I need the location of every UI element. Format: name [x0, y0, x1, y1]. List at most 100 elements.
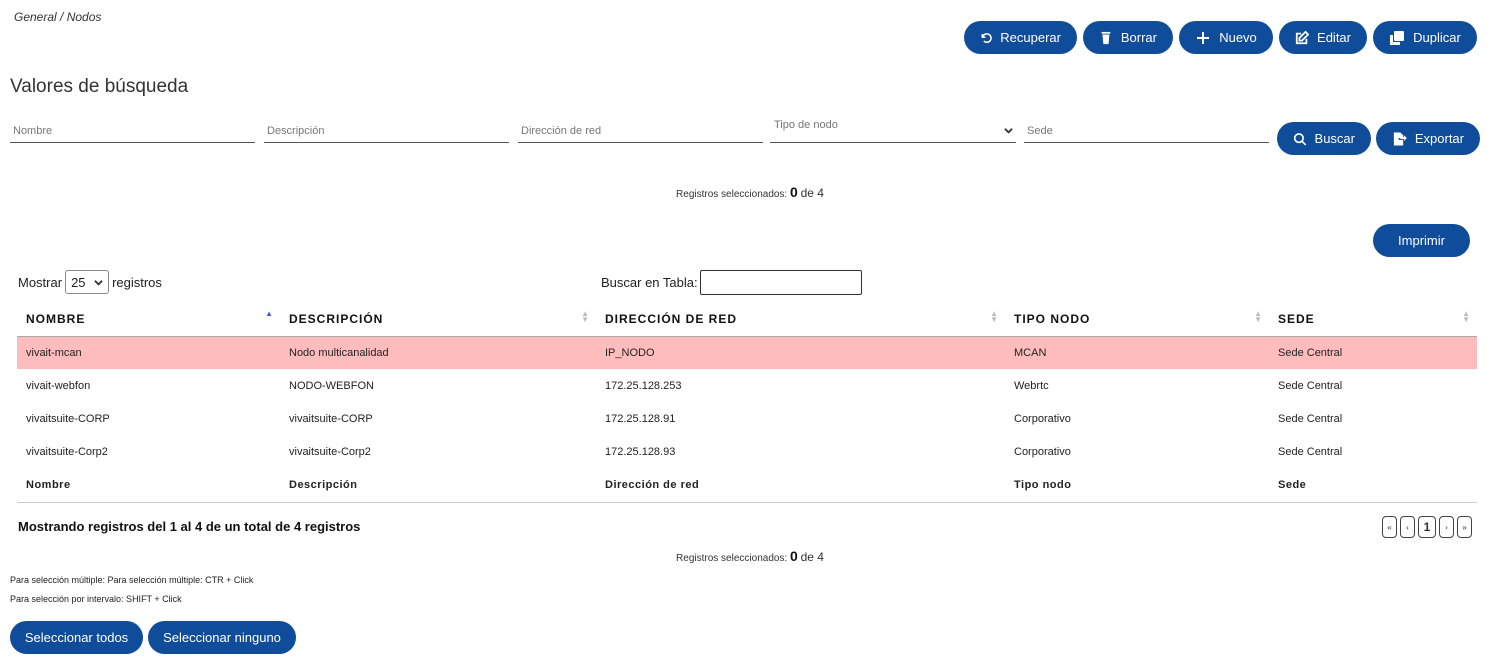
cell-descripcion: NODO-WEBFON — [289, 379, 374, 392]
chevron-down-icon — [94, 279, 103, 286]
footer-descripcion: Descripción — [280, 468, 596, 503]
descripcion-filter — [264, 115, 509, 143]
breadcrumb: General / Nodos — [14, 10, 102, 24]
cell-tipo: MCAN — [1005, 336, 1269, 369]
cell-tipo: Corporativo — [1014, 445, 1071, 458]
select-all-button[interactable]: Seleccionar todos — [10, 621, 143, 654]
footer-direccion: Dirección de red — [596, 468, 1005, 503]
selection-total: de 4 — [800, 186, 824, 200]
edit-icon — [1295, 30, 1310, 44]
footer-sede: Sede — [1269, 468, 1477, 503]
buscar-label: Buscar — [1314, 131, 1355, 146]
prev-page-button[interactable]: ‹ — [1400, 516, 1415, 538]
sort-icon: ▲ — [265, 309, 274, 318]
cell-direccion: IP_NODO — [596, 336, 1005, 369]
descripcion-input[interactable] — [264, 115, 509, 139]
table-search-label: Buscar en Tabla: — [601, 275, 698, 290]
search-icon — [1293, 132, 1307, 146]
table-info: Mostrando registros del 1 al 4 de un tot… — [18, 519, 361, 534]
cell-descripcion: Nodo multicanalidad — [280, 336, 596, 369]
sort-icon: ▲ ▼ — [1462, 309, 1471, 324]
column-header-direccion[interactable]: DIRECCIÓN DE RED ▲ ▼ — [596, 302, 1005, 337]
selection-label: Registros seleccionados: — [676, 553, 788, 564]
multi-select-hint: Para selección múltiple: Para selección … — [10, 575, 254, 585]
header-label: DIRECCIÓN DE RED — [605, 311, 738, 326]
editar-button[interactable]: Editar — [1279, 21, 1367, 54]
export-icon — [1393, 131, 1407, 146]
cell-direccion: 172.25.128.91 — [605, 412, 676, 425]
footer-nombre: Nombre — [17, 468, 280, 503]
cell-sede: Sede Central — [1269, 336, 1477, 369]
duplicar-label: Duplicar — [1413, 30, 1461, 45]
pagination: « ‹ 1 › » — [1382, 516, 1472, 538]
column-header-tipo[interactable]: TIPO NODO ▲ ▼ — [1005, 302, 1269, 337]
table-search-input[interactable] — [699, 270, 862, 295]
toolbar: Recuperar Borrar Nuevo Editar Duplicar — [964, 21, 1477, 54]
borrar-label: Borrar — [1120, 30, 1157, 45]
header-label: DESCRIPCIÓN — [289, 311, 384, 326]
table-header-row: NOMBRE ▲ DESCRIPCIÓN ▲ ▼ DIRECCIÓN DE RED ▲ ▼… — [17, 302, 1477, 337]
interval-select-hint: Para selección por intervalo: SHIFT + Cl… — [10, 594, 182, 604]
table-row[interactable]: vivaitsuite-Corp2 vivaitsuite-Corp2 172.… — [17, 435, 1477, 468]
recuperar-button[interactable]: Recuperar — [964, 21, 1077, 54]
borrar-button[interactable]: Borrar — [1083, 21, 1173, 54]
header-label: TIPO NODO — [1014, 311, 1091, 326]
imprimir-button[interactable]: Imprimir — [1373, 224, 1470, 257]
selection-count: 0 — [790, 548, 798, 564]
length-prefix: Mostrar — [18, 274, 63, 290]
tipo-nodo-placeholder: Tipo de nodo — [774, 119, 838, 131]
first-page-button[interactable]: « — [1382, 516, 1397, 538]
header-label: SEDE — [1278, 311, 1315, 326]
header-label: NOMBRE — [26, 311, 86, 326]
buscar-button[interactable]: Buscar — [1277, 122, 1371, 155]
sede-input[interactable] — [1024, 115, 1269, 139]
length-menu: Mostrar 25 registros — [18, 270, 162, 294]
duplicar-button[interactable]: Duplicar — [1373, 21, 1477, 54]
table-search: Buscar en Tabla: — [601, 270, 862, 295]
table-row[interactable]: vivait-mcan Nodo multicanalidad IP_NODO … — [17, 336, 1477, 369]
selection-count: 0 — [790, 184, 798, 200]
cell-descripcion: vivaitsuite-CORP — [289, 412, 373, 425]
recuperar-label: Recuperar — [1000, 30, 1061, 45]
cell-nombre: vivait-webfon — [26, 379, 91, 392]
nuevo-label: Nuevo — [1219, 30, 1257, 45]
selection-counter-top: Registros seleccionados: 0 de 4 — [0, 184, 1500, 200]
sort-icon: ▲ ▼ — [990, 309, 999, 324]
column-header-nombre[interactable]: NOMBRE ▲ — [17, 302, 280, 337]
sort-icon: ▲ ▼ — [581, 309, 590, 324]
cell-nombre: vivait-mcan — [17, 336, 280, 369]
table-footer-row: Nombre Descripción Dirección de red Tipo… — [17, 468, 1477, 503]
cell-sede: Sede Central — [1278, 379, 1343, 392]
cell-sede: Sede Central — [1278, 412, 1343, 425]
page-1-button[interactable]: 1 — [1418, 516, 1436, 538]
selection-label: Registros seleccionados: — [676, 189, 788, 200]
column-header-sede[interactable]: SEDE ▲ ▼ — [1269, 302, 1477, 337]
editar-label: Editar — [1317, 30, 1351, 45]
page-length-value: 25 — [71, 274, 86, 290]
cell-nombre: vivaitsuite-CORP — [26, 412, 110, 425]
cell-descripcion: vivaitsuite-Corp2 — [289, 445, 371, 458]
nombre-input[interactable] — [10, 115, 255, 139]
select-none-button[interactable]: Seleccionar ninguno — [148, 621, 296, 654]
sede-filter — [1024, 115, 1269, 143]
table-row[interactable]: vivait-webfon NODO-WEBFON 172.25.128.253… — [17, 369, 1477, 402]
selection-counter-bottom: Registros seleccionados: 0 de 4 — [0, 548, 1500, 564]
cell-direccion: 172.25.128.253 — [605, 379, 682, 392]
tipo-nodo-select[interactable]: Tipo de nodo — [770, 115, 1016, 143]
footer-tipo: Tipo nodo — [1005, 468, 1269, 503]
last-page-button[interactable]: » — [1457, 516, 1472, 538]
table-row[interactable]: vivaitsuite-CORP vivaitsuite-CORP 172.25… — [17, 402, 1477, 435]
exportar-label: Exportar — [1414, 131, 1464, 146]
selection-total: de 4 — [800, 550, 824, 564]
exportar-button[interactable]: Exportar — [1376, 122, 1480, 155]
cell-direccion: 172.25.128.93 — [605, 445, 676, 458]
cell-sede: Sede Central — [1278, 445, 1343, 458]
nuevo-button[interactable]: Nuevo — [1179, 21, 1273, 54]
column-header-descripcion[interactable]: DESCRIPCIÓN ▲ ▼ — [280, 302, 596, 337]
length-suffix: registros — [112, 274, 162, 290]
nombre-filter — [10, 115, 255, 143]
search-section-title: Valores de búsqueda — [10, 76, 189, 97]
next-page-button[interactable]: › — [1439, 516, 1454, 538]
page-length-select[interactable]: 25 — [65, 270, 110, 294]
direccion-input[interactable] — [518, 115, 763, 139]
